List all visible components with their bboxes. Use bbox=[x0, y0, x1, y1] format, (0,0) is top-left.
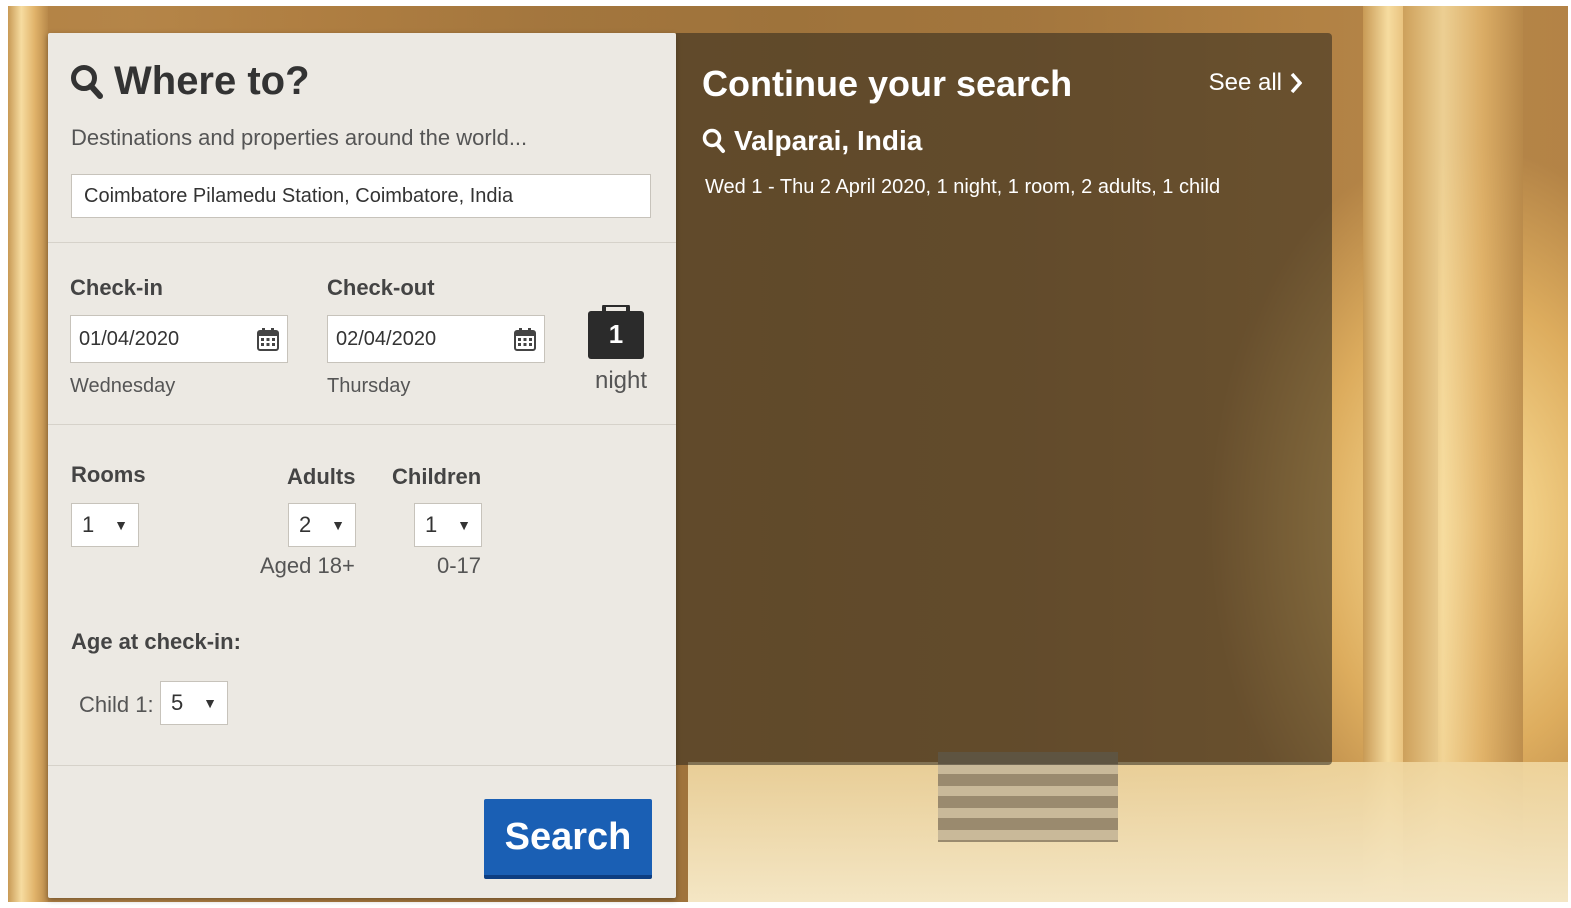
continue-search-panel: Continue your search See all Valparai, I… bbox=[676, 33, 1332, 765]
dropdown-arrow-icon: ▼ bbox=[457, 517, 471, 533]
divider bbox=[48, 765, 676, 766]
recent-search-details: Wed 1 - Thu 2 April 2020, 1 night, 1 roo… bbox=[705, 176, 1221, 198]
background-floor bbox=[688, 762, 1568, 902]
checkin-date-value: 01/04/2020 bbox=[79, 327, 180, 350]
checkin-weekday: Wednesday bbox=[70, 375, 176, 397]
adults-label: Adults bbox=[287, 464, 356, 489]
see-all-link[interactable]: See all bbox=[1209, 69, 1302, 97]
search-icon bbox=[71, 64, 103, 99]
child-1-label: Child 1: bbox=[79, 692, 154, 717]
checkout-date-field[interactable]: 02/04/2020 bbox=[327, 315, 545, 363]
recent-search-location: Valparai, India bbox=[734, 125, 923, 156]
where-to-subtitle: Destinations and properties around the w… bbox=[71, 125, 528, 150]
dropdown-arrow-icon: ▼ bbox=[331, 517, 345, 533]
children-hint: 0-17 bbox=[437, 553, 482, 578]
adults-select-value: 2 bbox=[299, 512, 312, 537]
background-pillar-left bbox=[8, 6, 48, 902]
recent-search-link[interactable]: Valparai, India bbox=[702, 125, 922, 157]
child-1-age-value: 5 bbox=[171, 690, 184, 715]
rooms-label: Rooms bbox=[71, 462, 146, 487]
dropdown-arrow-icon: ▼ bbox=[114, 517, 128, 533]
checkin-date-field[interactable]: 01/04/2020 bbox=[70, 315, 288, 363]
rooms-select-value: 1 bbox=[82, 512, 95, 537]
calendar-icon[interactable] bbox=[257, 327, 279, 351]
divider bbox=[48, 242, 676, 243]
adults-hint: Aged 18+ bbox=[260, 553, 355, 578]
nights-label: night bbox=[594, 367, 648, 394]
dropdown-arrow-icon: ▼ bbox=[203, 695, 217, 711]
calendar-icon[interactable] bbox=[514, 327, 536, 351]
search-button[interactable]: Search bbox=[484, 799, 652, 879]
search-card: Where to? Destinations and properties ar… bbox=[48, 33, 676, 898]
where-to-title: Where to? bbox=[114, 59, 310, 103]
background-steps bbox=[938, 752, 1118, 842]
checkin-label: Check-in bbox=[70, 275, 163, 300]
chevron-right-icon bbox=[1290, 72, 1302, 94]
nights-count: 1 bbox=[608, 319, 624, 349]
checkout-label: Check-out bbox=[327, 275, 435, 300]
age-at-checkin-label: Age at check-in: bbox=[71, 629, 241, 654]
search-icon bbox=[702, 128, 725, 153]
where-to-heading: Where to? bbox=[70, 59, 310, 104]
destination-input[interactable] bbox=[71, 174, 651, 218]
children-select[interactable]: 1 ▼ bbox=[414, 503, 482, 547]
children-select-value: 1 bbox=[425, 512, 438, 537]
see-all-label: See all bbox=[1208, 69, 1282, 96]
checkout-date-value: 02/04/2020 bbox=[336, 327, 437, 350]
children-label: Children bbox=[392, 464, 482, 489]
divider bbox=[48, 424, 676, 425]
adults-select[interactable]: 2 ▼ bbox=[288, 503, 356, 547]
child-1-age-select[interactable]: 5 ▼ bbox=[160, 681, 228, 725]
checkout-weekday: Thursday bbox=[327, 375, 411, 397]
continue-search-title: Continue your search bbox=[702, 63, 1073, 104]
rooms-select[interactable]: 1 ▼ bbox=[71, 503, 139, 547]
